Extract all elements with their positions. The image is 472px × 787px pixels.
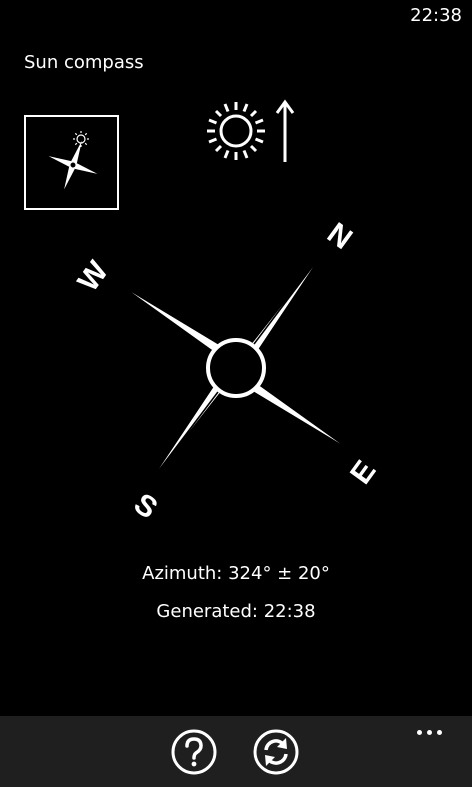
azimuth-text: Azimuth: 324° ± 20° (142, 563, 330, 584)
ellipsis-dot (427, 730, 432, 735)
help-button[interactable] (170, 728, 218, 776)
compass-center (206, 338, 266, 398)
help-icon (171, 729, 217, 775)
compass-rose: N E S W (72, 217, 383, 526)
refresh-icon (253, 729, 299, 775)
refresh-button[interactable] (252, 728, 300, 776)
label-west: W (72, 255, 116, 298)
label-east: E (344, 455, 382, 491)
application-bar (0, 716, 472, 787)
ellipsis-icon (417, 730, 422, 735)
ellipsis-dot (437, 730, 442, 735)
generated-text: Generated: 22:38 (156, 601, 316, 622)
label-north: N (321, 217, 358, 256)
more-options-button[interactable] (412, 724, 452, 744)
label-south: S (128, 487, 164, 525)
